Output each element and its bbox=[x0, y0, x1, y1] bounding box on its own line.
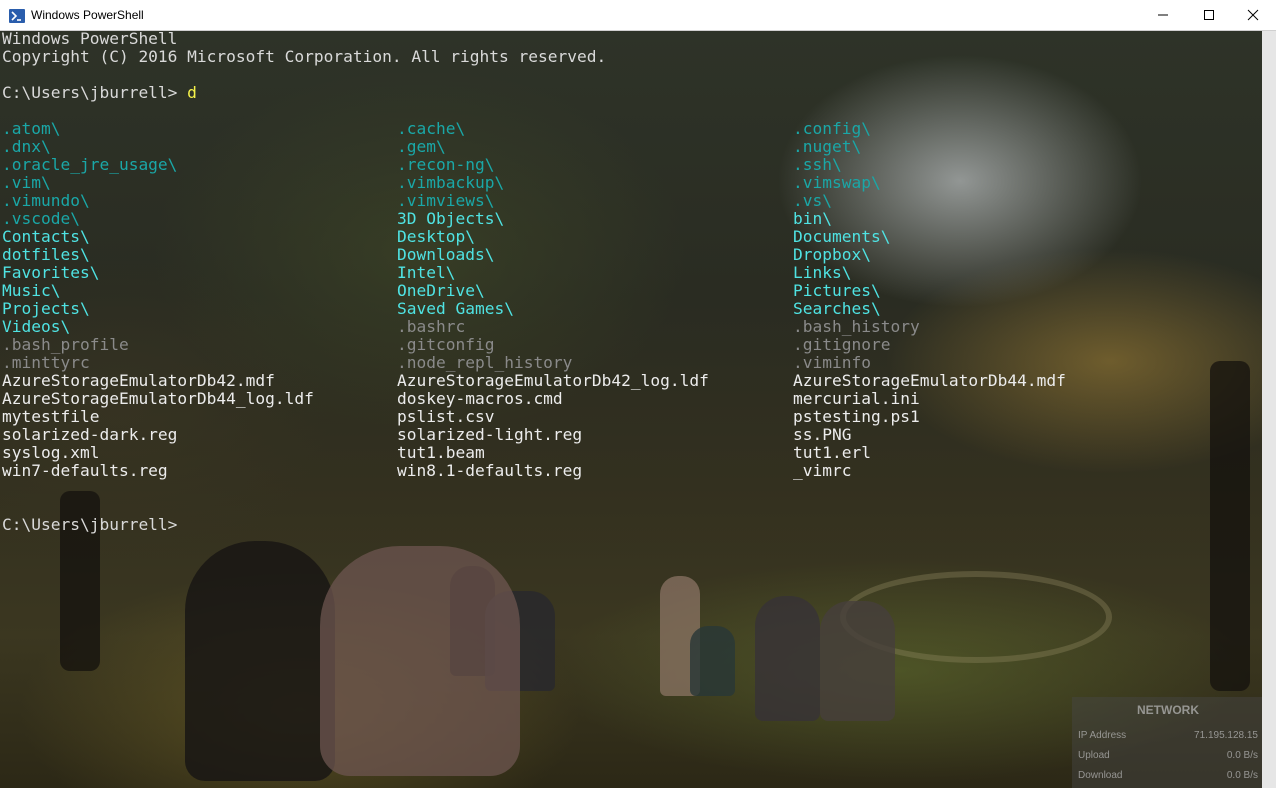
ip-address-value: 71.195.128.15 bbox=[1194, 730, 1258, 741]
listing-entry: .viminfo bbox=[793, 353, 871, 372]
listing-entry: AzureStorageEmulatorDb42_log.ldf bbox=[397, 371, 709, 390]
ip-address-label: IP Address bbox=[1078, 730, 1127, 741]
window-title: Windows PowerShell bbox=[31, 8, 144, 22]
listing-entry: Saved Games\ bbox=[397, 299, 514, 318]
listing-entry: .dnx\ bbox=[2, 137, 51, 156]
maximize-icon bbox=[1204, 10, 1214, 20]
background-decoration bbox=[820, 601, 895, 721]
listing-entry: .vimswap\ bbox=[793, 173, 881, 192]
download-label: Download bbox=[1078, 770, 1123, 781]
listing-entry: Intel\ bbox=[397, 263, 456, 282]
console-copyright-line: Copyright (C) 2016 Microsoft Corporation… bbox=[2, 47, 607, 66]
listing-entry: dotfiles\ bbox=[2, 245, 90, 264]
background-decoration bbox=[185, 541, 335, 781]
listing-entry: .ssh\ bbox=[793, 155, 842, 174]
background-decoration bbox=[690, 626, 735, 696]
background-decoration bbox=[755, 596, 820, 721]
upload-value: 0.0 B/s bbox=[1226, 750, 1258, 761]
maximize-button[interactable] bbox=[1186, 0, 1232, 30]
listing-entry: .oracle_jre_usage\ bbox=[2, 155, 178, 174]
listing-entry: Searches\ bbox=[793, 299, 881, 318]
minimize-button[interactable] bbox=[1140, 0, 1186, 30]
listing-entry: AzureStorageEmulatorDb42.mdf bbox=[2, 371, 275, 390]
close-button[interactable] bbox=[1230, 0, 1276, 30]
listing-entry: Projects\ bbox=[2, 299, 90, 318]
listing-entry: .config\ bbox=[793, 119, 871, 138]
listing-entry: Downloads\ bbox=[397, 245, 495, 264]
listing-entry: Contacts\ bbox=[2, 227, 90, 246]
listing-entry: mytestfile bbox=[2, 407, 100, 426]
listing-entry: 3D Objects\ bbox=[397, 209, 505, 228]
powershell-icon bbox=[9, 8, 25, 23]
listing-entry: .gem\ bbox=[397, 137, 446, 156]
listing-entry: .vimviews\ bbox=[397, 191, 495, 210]
prompt-line[interactable]: C:\Users\jburrell> bbox=[2, 516, 177, 534]
upload-row: Upload 0.0 B/s bbox=[1078, 750, 1258, 761]
listing-entry: mercurial.ini bbox=[793, 389, 920, 408]
listing-entry: .nuget\ bbox=[793, 137, 862, 156]
download-value: 0.0 B/s bbox=[1226, 770, 1258, 781]
listing-entry: Desktop\ bbox=[397, 227, 475, 246]
title-bar[interactable]: Windows PowerShell bbox=[0, 0, 1276, 31]
listing-entry: OneDrive\ bbox=[397, 281, 485, 300]
listing-entry: Pictures\ bbox=[793, 281, 881, 300]
listing-entry: win7-defaults.reg bbox=[2, 461, 168, 480]
listing-entry: .recon-ng\ bbox=[397, 155, 495, 174]
ip-address-row: IP Address 71.195.128.15 bbox=[1078, 730, 1258, 741]
prompt-text: C:\Users\jburrell> bbox=[2, 83, 188, 102]
command-text: d bbox=[187, 83, 197, 102]
listing-entry: solarized-light.reg bbox=[397, 425, 583, 444]
minimize-icon bbox=[1158, 14, 1168, 16]
listing-entry: .atom\ bbox=[2, 119, 61, 138]
background-decoration bbox=[320, 546, 520, 776]
listing-entry: Links\ bbox=[793, 263, 852, 282]
upload-label: Upload bbox=[1078, 750, 1110, 761]
listing-entry: win8.1-defaults.reg bbox=[397, 461, 583, 480]
listing-entry: .minttyrc bbox=[2, 353, 90, 372]
listing-entry: .cache\ bbox=[397, 119, 466, 138]
listing-entry: .vimbackup\ bbox=[397, 173, 505, 192]
listing-entry: .vscode\ bbox=[2, 209, 80, 228]
listing-entry: Documents\ bbox=[793, 227, 891, 246]
listing-entry: Music\ bbox=[2, 281, 61, 300]
background-decoration bbox=[1210, 361, 1250, 691]
listing-entry: pslist.csv bbox=[397, 407, 495, 426]
listing-entry: ss.PNG bbox=[793, 425, 852, 444]
command-line: C:\Users\jburrell> d bbox=[2, 84, 197, 102]
listing-entry: pstesting.ps1 bbox=[793, 407, 920, 426]
listing-entry: .gitconfig bbox=[397, 335, 495, 354]
listing-entry: .node_repl_history bbox=[397, 353, 573, 372]
listing-entry: _vimrc bbox=[793, 461, 852, 480]
listing-entry: Favorites\ bbox=[2, 263, 100, 282]
listing-entry: .vim\ bbox=[2, 173, 51, 192]
listing-entry: bin\ bbox=[793, 209, 832, 228]
network-title: NETWORK bbox=[1137, 703, 1199, 717]
vertical-scrollbar[interactable] bbox=[1262, 31, 1276, 788]
download-row: Download 0.0 B/s bbox=[1078, 770, 1258, 781]
close-icon bbox=[1247, 9, 1259, 21]
console-area[interactable]: Windows PowerShell Copyright (C) 2016 Mi… bbox=[0, 31, 1262, 788]
listing-entry: .bash_history bbox=[793, 317, 920, 336]
listing-entry: AzureStorageEmulatorDb44_log.ldf bbox=[2, 389, 314, 408]
listing-entry: tut1.beam bbox=[397, 443, 485, 462]
listing-entry: Videos\ bbox=[2, 317, 71, 336]
listing-entry: .bashrc bbox=[397, 317, 466, 336]
listing-entry: solarized-dark.reg bbox=[2, 425, 178, 444]
listing-entry: syslog.xml bbox=[2, 443, 100, 462]
listing-entry: tut1.erl bbox=[793, 443, 871, 462]
listing-entry: .gitignore bbox=[793, 335, 891, 354]
network-widget: NETWORK IP Address 71.195.128.15 Upload … bbox=[1072, 697, 1262, 788]
listing-entry: doskey-macros.cmd bbox=[397, 389, 563, 408]
listing-entry: AzureStorageEmulatorDb44.mdf bbox=[793, 371, 1066, 390]
listing-entry: .bash_profile bbox=[2, 335, 129, 354]
listing-entry: .vs\ bbox=[793, 191, 832, 210]
console-header-line: Windows PowerShell bbox=[2, 31, 178, 48]
listing-entry: Dropbox\ bbox=[793, 245, 871, 264]
listing-entry: .vimundo\ bbox=[2, 191, 90, 210]
